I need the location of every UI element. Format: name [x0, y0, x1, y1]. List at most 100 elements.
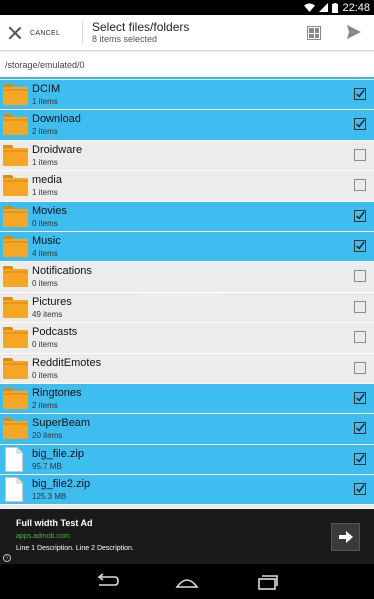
- back-icon[interactable]: [95, 573, 119, 591]
- checkbox[interactable]: [354, 422, 366, 435]
- item-detail: 49 items: [32, 309, 63, 319]
- item-detail: 2 items: [32, 400, 58, 410]
- item-detail: 20 items: [32, 431, 63, 441]
- item-name: DCIM: [32, 83, 61, 95]
- signal-icon: [319, 3, 329, 12]
- ad-description: Line 1 Description. Line 2 Description.: [16, 545, 134, 552]
- action-bar: CANCEL Select files/folders 8 items sele…: [0, 15, 374, 51]
- checkbox[interactable]: [354, 483, 366, 496]
- send-icon[interactable]: [346, 24, 362, 40]
- folder-icon: [3, 205, 28, 227]
- folder-icon: [3, 296, 28, 318]
- item-name: Movies: [32, 204, 67, 217]
- item-detail: 0 items: [32, 370, 58, 380]
- list-item[interactable]: SuperBeam 20 items: [0, 414, 374, 445]
- item-name: SuperBeam: [32, 417, 91, 430]
- list-item[interactable]: big_file2.zip 125.3 MB: [0, 475, 374, 506]
- folder-icon: [3, 418, 28, 440]
- item-detail: 1 items: [32, 157, 58, 167]
- checkbox[interactable]: [354, 391, 366, 404]
- home-icon[interactable]: [175, 573, 199, 591]
- item-name: Podcasts: [32, 326, 78, 339]
- item-detail: 125.3 MB: [32, 492, 67, 502]
- checkbox[interactable]: [354, 331, 366, 344]
- item-detail: 0 items: [32, 279, 58, 289]
- checkmark-icon: [356, 119, 365, 129]
- item-name: big_file.zip: [32, 447, 84, 460]
- checkbox[interactable]: [354, 239, 366, 252]
- checkbox[interactable]: [354, 88, 366, 100]
- selection-count: 8 items selected: [92, 34, 158, 44]
- checkbox[interactable]: [354, 300, 366, 313]
- list-item[interactable]: RedditEmotes 0 items: [0, 353, 374, 384]
- ad-url: apps.admob.com: [16, 533, 70, 540]
- item-name: Pictures: [32, 295, 72, 308]
- item-name: media: [32, 174, 62, 187]
- item-detail: 95.7 MB: [32, 461, 62, 471]
- checkbox[interactable]: [354, 209, 366, 222]
- folder-icon: [3, 175, 28, 197]
- item-name: Droidware: [32, 143, 83, 156]
- checkbox[interactable]: [354, 361, 366, 374]
- item-detail: 1 items: [32, 97, 58, 106]
- item-name: Download: [32, 113, 81, 126]
- watermark: ACCESSFILES: [140, 293, 220, 304]
- cancel-button[interactable]: CANCEL: [8, 15, 60, 51]
- file-icon: [5, 477, 23, 503]
- list-item[interactable]: Movies 0 items: [0, 201, 374, 232]
- list-item[interactable]: big_file.zip 95.7 MB: [0, 444, 374, 476]
- ad-banner[interactable]: Full width Test Ad apps.admob.com Line 1…: [0, 509, 374, 564]
- file-icon: [5, 446, 23, 472]
- list-item[interactable]: Music 4 items: [0, 231, 374, 263]
- status-bar: 22:48: [0, 0, 374, 15]
- list-item[interactable]: DCIM 1 items: [0, 80, 374, 111]
- ad-headline: Full width Test Ad: [16, 518, 93, 528]
- close-icon: [8, 26, 22, 40]
- checkbox[interactable]: [354, 452, 366, 465]
- folder-icon: [3, 114, 28, 136]
- checkmark-icon: [356, 210, 365, 220]
- folder-icon: [3, 144, 28, 166]
- folder-icon: [3, 357, 28, 379]
- item-name: Music: [32, 234, 61, 247]
- checkbox[interactable]: [354, 118, 366, 131]
- list-item[interactable]: Notifications 0 items: [0, 262, 374, 293]
- ad-info-icon[interactable]: i: [3, 554, 11, 562]
- checkbox[interactable]: [354, 148, 366, 161]
- folder-icon: [3, 387, 28, 409]
- list-item[interactable]: Podcasts 0 items: [0, 323, 374, 354]
- cancel-label: CANCEL: [30, 29, 61, 37]
- list-item[interactable]: Droidware 1 items: [0, 140, 374, 172]
- folder-icon: [3, 84, 28, 105]
- checkmark-icon: [356, 454, 365, 463]
- clock: 22:48: [342, 1, 370, 14]
- checkbox[interactable]: [354, 270, 366, 283]
- title-block: Select files/folders 8 items selected: [92, 20, 189, 45]
- item-detail: 1 items: [32, 188, 58, 198]
- checkmark-icon: [356, 393, 365, 402]
- folder-icon: [3, 235, 28, 257]
- ad-open-button[interactable]: [331, 523, 360, 551]
- item-name: Notifications: [32, 265, 92, 278]
- item-detail: 0 items: [32, 218, 58, 228]
- grid-view-icon[interactable]: [307, 26, 321, 40]
- item-detail: 4 items: [32, 248, 58, 258]
- recents-icon[interactable]: [255, 573, 279, 591]
- folder-icon: [3, 266, 28, 288]
- page-title: Select files/folders: [92, 20, 190, 34]
- checkmark-icon: [356, 89, 365, 98]
- item-name: Ringtones: [32, 386, 82, 399]
- checkmark-icon: [356, 241, 365, 250]
- current-path: /storage/emulated/0: [5, 60, 85, 70]
- list-item[interactable]: Download 2 items: [0, 110, 374, 141]
- list-item[interactable]: Ringtones 2 items: [0, 383, 374, 415]
- checkbox[interactable]: [354, 179, 366, 192]
- path-bar: /storage/emulated/0: [0, 52, 374, 79]
- wifi-icon: [304, 3, 316, 12]
- item-detail: 2 items: [32, 127, 58, 137]
- divider: [82, 21, 83, 45]
- nav-bar: [0, 564, 374, 599]
- checkmark-icon: [356, 484, 365, 493]
- list-item[interactable]: media 1 items: [0, 171, 374, 202]
- item-name: big_file2.zip: [32, 478, 91, 491]
